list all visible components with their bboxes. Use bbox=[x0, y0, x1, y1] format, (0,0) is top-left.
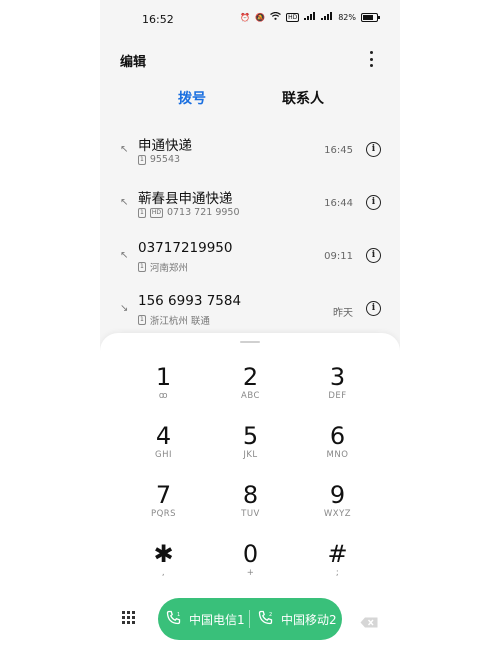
call-log-item[interactable]: ↖ 03717219950 1 河南郑州 09:11 i bbox=[100, 231, 400, 284]
sim-card-icon: 1 bbox=[138, 262, 146, 272]
key-star[interactable]: ✱, bbox=[120, 540, 207, 599]
call-log-list: ↖ 申通快递 1 95543 16:45 i ↖ 蕲春县申通快递 1 HD 07… bbox=[100, 125, 400, 337]
battery-icon bbox=[361, 12, 380, 22]
call-name: 156 6993 7584 bbox=[138, 293, 242, 309]
key-6[interactable]: 6 MNO bbox=[294, 422, 381, 481]
sim-card-icon: 1 bbox=[138, 154, 146, 165]
signal-sim1-icon bbox=[304, 12, 316, 22]
call-location: 浙江杭州 联通 bbox=[149, 316, 210, 327]
call-location: 河南郑州 bbox=[149, 263, 188, 274]
dialpad-keys: 1ꝏ 2 ABC 3 DEF 4 GHI 5 JKL 6 MNO 7 PQRS 8 TUV 9… bbox=[120, 363, 380, 599]
call-number: 0713 721 9950 bbox=[166, 207, 240, 218]
call-time: 16:44 bbox=[324, 198, 353, 209]
call-sim2-label: 中国移动2 bbox=[281, 612, 337, 627]
dialpad-grid-icon[interactable] bbox=[122, 611, 135, 624]
more-vertical-icon[interactable] bbox=[366, 51, 376, 67]
key-1[interactable]: 1ꝏ bbox=[120, 363, 207, 422]
hd-call-icon: HD bbox=[149, 207, 163, 218]
key-3[interactable]: 3 DEF bbox=[294, 363, 381, 422]
outgoing-call-icon: ↖ bbox=[120, 250, 129, 261]
dialer-action-bar: 1 中国电信1 2 中国移动2 bbox=[100, 597, 400, 641]
tab-bar: 拨号 联系人 bbox=[100, 88, 400, 112]
status-icons: ⏰ 🔕 HD 82% bbox=[240, 11, 380, 22]
call-sim2-button[interactable]: 2 中国移动2 bbox=[258, 598, 337, 640]
call-buttons: 1 中国电信1 2 中国移动2 bbox=[158, 598, 342, 640]
outgoing-call-icon: ↖ bbox=[120, 197, 129, 208]
key-0[interactable]: 0 + bbox=[207, 540, 294, 599]
call-name: 申通快递 bbox=[138, 138, 192, 154]
phone-sim1-icon: 1 bbox=[166, 610, 181, 629]
incoming-call-icon: ↘ bbox=[120, 303, 129, 314]
call-name: 蕲春县申通快递 bbox=[138, 191, 233, 207]
call-subtitle: 1 95543 bbox=[138, 154, 180, 165]
key-hash[interactable]: #; bbox=[294, 540, 381, 599]
svg-text:1: 1 bbox=[177, 612, 180, 618]
sim-card-icon: 1 bbox=[138, 315, 146, 325]
call-subtitle: 1 浙江杭州 联通 bbox=[138, 313, 210, 327]
key-7[interactable]: 7 PQRS bbox=[120, 481, 207, 540]
info-icon[interactable]: i bbox=[366, 248, 381, 263]
battery-percent: 82% bbox=[338, 12, 356, 22]
voicemail-icon: ꝏ bbox=[158, 391, 169, 401]
key-5[interactable]: 5 JKL bbox=[207, 422, 294, 481]
tab-contacts[interactable]: 联系人 bbox=[282, 88, 324, 108]
svg-text:2: 2 bbox=[269, 612, 272, 618]
alarm-icon: ⏰ bbox=[240, 12, 251, 22]
info-icon[interactable]: i bbox=[366, 301, 381, 316]
sim-card-icon: 1 bbox=[138, 207, 146, 218]
call-sim1-label: 中国电信1 bbox=[189, 612, 245, 627]
status-bar: 16:52 ⏰ 🔕 HD 82% bbox=[100, 0, 400, 36]
info-icon[interactable]: i bbox=[366, 142, 381, 157]
key-8[interactable]: 8 TUV bbox=[207, 481, 294, 540]
key-2[interactable]: 2 ABC bbox=[207, 363, 294, 422]
backspace-icon[interactable] bbox=[360, 613, 378, 628]
status-time: 16:52 bbox=[142, 13, 174, 26]
dialpad-panel: 1ꝏ 2 ABC 3 DEF 4 GHI 5 JKL 6 MNO 7 PQRS 8 TUV 9… bbox=[100, 333, 400, 666]
tab-dialer[interactable]: 拨号 bbox=[178, 88, 206, 108]
wifi-icon bbox=[270, 11, 281, 22]
key-9[interactable]: 9 WXYZ bbox=[294, 481, 381, 540]
call-name: 03717219950 bbox=[138, 240, 233, 256]
hd-icon: HD bbox=[286, 12, 300, 22]
call-time: 16:45 bbox=[324, 145, 353, 156]
call-log-item[interactable]: ↖ 申通快递 1 95543 16:45 i bbox=[100, 125, 400, 178]
key-4[interactable]: 4 GHI bbox=[120, 422, 207, 481]
edit-button[interactable]: 编辑 bbox=[120, 51, 146, 70]
call-log-item[interactable]: ↘ 156 6993 7584 1 浙江杭州 联通 昨天 i bbox=[100, 284, 400, 337]
drag-handle[interactable] bbox=[240, 341, 260, 343]
call-subtitle: 1 HD 0713 721 9950 bbox=[138, 207, 240, 218]
phone-sim2-icon: 2 bbox=[258, 610, 273, 629]
call-time: 09:11 bbox=[324, 251, 353, 262]
signal-sim2-icon bbox=[321, 12, 333, 22]
info-icon[interactable]: i bbox=[366, 195, 381, 210]
mute-icon: 🔕 bbox=[255, 12, 266, 22]
call-time: 昨天 bbox=[333, 308, 353, 319]
call-number: 95543 bbox=[149, 154, 181, 165]
outgoing-call-icon: ↖ bbox=[120, 144, 129, 155]
call-sim1-button[interactable]: 1 中国电信1 bbox=[166, 598, 245, 640]
dialer-screen: 16:52 ⏰ 🔕 HD 82% 编辑 拨号 联系人 ↖ 申通快递 1 9554… bbox=[100, 0, 400, 666]
call-log-item[interactable]: ↖ 蕲春县申通快递 1 HD 0713 721 9950 16:44 i bbox=[100, 178, 400, 231]
pill-divider bbox=[249, 610, 250, 628]
call-subtitle: 1 河南郑州 bbox=[138, 260, 188, 274]
